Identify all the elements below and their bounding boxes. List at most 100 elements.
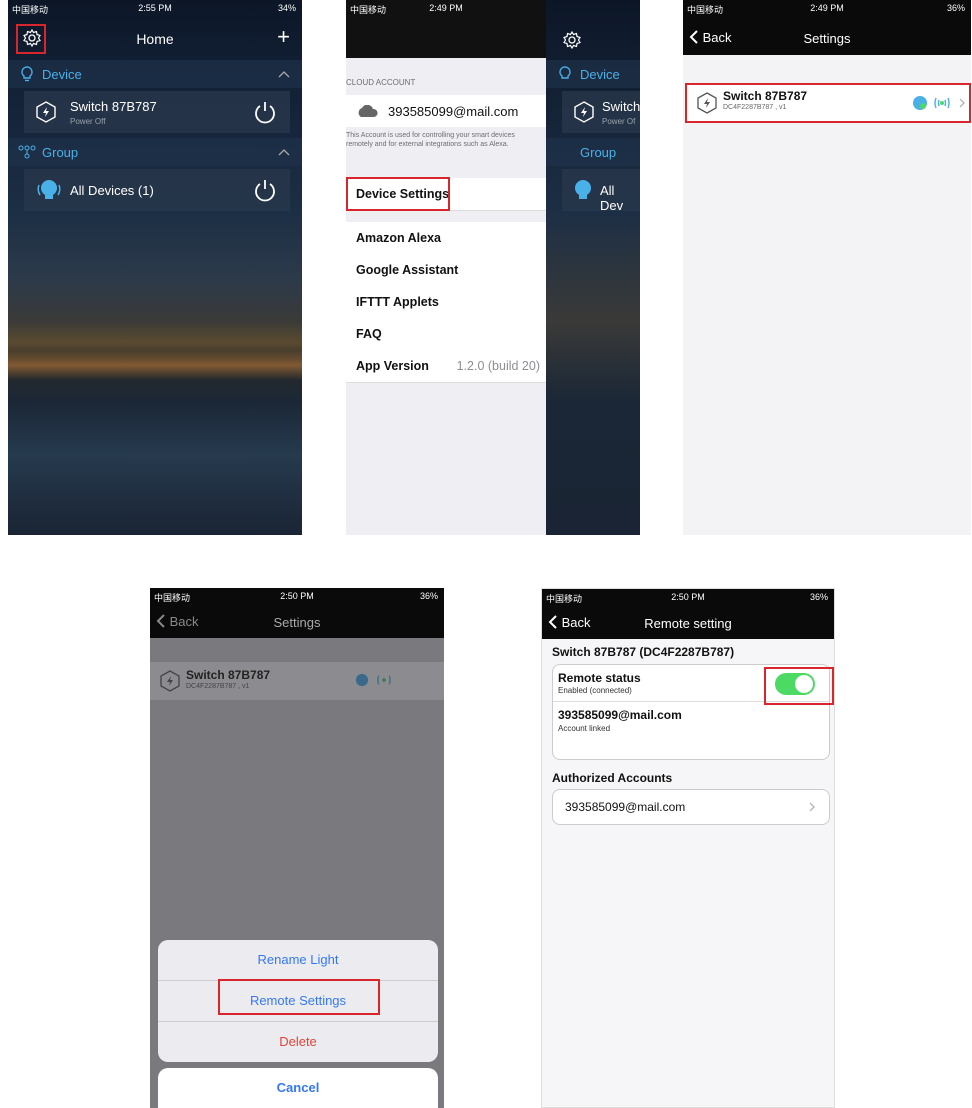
behind-all-label: All Dev [600, 183, 624, 213]
page-title: Settings [803, 31, 851, 46]
highlight-box [685, 83, 971, 123]
bulb-group-icon [37, 180, 61, 199]
authorized-account-row[interactable]: 393585099@mail.com [552, 789, 830, 825]
highlight-box [16, 24, 46, 54]
group-section-header[interactable]: Group [8, 138, 302, 166]
chevron-up-icon [278, 149, 290, 156]
group-row[interactable]: All Devices (1) [24, 169, 290, 211]
device-header: Switch 87B787 (DC4F2287B787) [552, 645, 735, 659]
device-section-header[interactable]: Device [8, 60, 302, 88]
behind-power-label: Power Of [602, 117, 636, 126]
cloud-connected-icon [355, 673, 369, 687]
chevron-right-icon [809, 802, 815, 812]
home-screen: 中国移动 2:55 PM 34% Home + Device Switch 87… [8, 0, 302, 535]
add-button[interactable]: + [277, 24, 290, 50]
switch-icon [160, 670, 180, 692]
menu-item-label: Google Assistant [356, 263, 459, 277]
nav-bar: 中国移动 2:50 PM 36% Back Remote setting [542, 589, 834, 639]
menu-item-faq[interactable]: FAQ [346, 318, 546, 351]
nav-bar: 中国移动 2:50 PM 36% Back Settings [150, 588, 444, 638]
behind-switch-label: Switch [602, 99, 640, 114]
nav-bar: Home + [8, 22, 302, 58]
device-row: Switch 87B787 DC4F2287B787 , v1 [150, 662, 444, 700]
linked-sub: Account linked [558, 724, 611, 733]
authorized-email: 393585099@mail.com [565, 800, 686, 814]
device-name: Switch 87B787 [70, 99, 157, 114]
menu-item-label: FAQ [356, 327, 382, 341]
switch-icon [36, 101, 56, 123]
remote-setting-screen: 中国移动 2:50 PM 36% Back Remote setting Swi… [541, 588, 835, 1108]
app-version-value: 1.2.0 (build 20) [456, 359, 540, 373]
switch-icon [574, 101, 594, 123]
device-section-label: Device [42, 67, 82, 82]
background-home: Device Switch Power Of Group All Dev [546, 0, 640, 535]
device-row[interactable]: Switch 87B787 Power Off [24, 91, 290, 133]
device-name: Switch 87B787 [186, 668, 271, 682]
chevron-up-icon [278, 71, 290, 78]
lightbulb-icon [559, 66, 571, 79]
behind-group-section: Group [546, 138, 640, 166]
status-time: 2:50 PM [671, 592, 705, 602]
menu-screen: Device Switch Power Of Group All Dev 中国移… [346, 0, 640, 535]
lightbulb-icon [21, 66, 33, 82]
nav-bar: 中国移动 2:49 PM 36% Back Settings [683, 0, 971, 55]
menu-item-amazon-alexa[interactable]: Amazon Alexa [346, 222, 546, 255]
battery-label: 36% [419, 591, 438, 601]
status-bar: 中国移动 2:50 PM 36% [542, 589, 834, 607]
app-version-label: App Version [356, 359, 429, 373]
delete-label: Delete [279, 1034, 317, 1049]
device-state: Power Off [70, 117, 106, 126]
group-section-label: Group [42, 145, 79, 160]
battery-label: 34% [277, 3, 296, 13]
page-title: Remote setting [644, 616, 732, 631]
behind-device-row: Switch Power Of [562, 91, 640, 133]
linked-email: 393585099@mail.com [558, 708, 682, 722]
menu-item-ifttt[interactable]: IFTTT Applets [346, 286, 546, 319]
highlight-box [218, 979, 380, 1015]
cloud-icon [358, 105, 378, 117]
status-bar: 中国移动 2:50 PM 36% [150, 588, 444, 606]
settings-screen: 中国移动 2:49 PM 36% Back Settings Switch 87… [683, 0, 971, 535]
behind-group-row: All Dev [562, 169, 640, 213]
page-title: Settings [273, 615, 321, 630]
behind-device-section: Device [546, 60, 640, 88]
battery-label: 36% [809, 592, 828, 602]
remote-status-label: Remote status [558, 671, 641, 685]
horizon-glow [8, 350, 302, 380]
account-row[interactable]: 393585099@mail.com [346, 95, 546, 127]
menu-top-bar [346, 20, 546, 58]
highlight-box [764, 667, 834, 705]
group-name: All Devices (1) [70, 183, 154, 198]
behind-group-label: Group [580, 145, 617, 160]
behind-device-label: Device [580, 67, 620, 82]
remote-status-sub: Enabled (connected) [558, 686, 632, 695]
power-icon[interactable] [252, 177, 278, 203]
cloud-account-header: CLOUD ACCOUNT [346, 78, 416, 87]
page-title: Home [136, 31, 174, 47]
bulb-group-icon [575, 180, 591, 199]
action-sheet-screen: 中国移动 2:50 PM 36% Back Settings Switch 87… [150, 588, 444, 1108]
account-note: This Account is used for controlling you… [346, 132, 515, 148]
delete-option[interactable]: Delete [158, 1022, 438, 1062]
status-time: 2:49 PM [810, 3, 844, 13]
status-time: 2:49 PM [429, 3, 463, 13]
side-menu: 中国移动 2:49 PM CLOUD ACCOUNT 393585099@mai… [346, 0, 546, 535]
cancel-button[interactable]: Cancel [158, 1068, 438, 1108]
rename-light-option[interactable]: Rename Light [158, 940, 438, 981]
menu-item-label: IFTTT Applets [356, 295, 439, 309]
status-bar: 中国移动 2:55 PM 34% [8, 0, 302, 18]
status-bar: 中国移动 2:49 PM 36% [683, 0, 971, 18]
status-time: 2:50 PM [280, 591, 314, 601]
battery-label: 36% [946, 3, 965, 13]
power-icon[interactable] [252, 99, 278, 125]
highlight-box [346, 177, 450, 211]
authorized-header: Authorized Accounts [552, 771, 673, 785]
menu-item-google-assistant[interactable]: Google Assistant [346, 254, 546, 287]
account-email: 393585099@mail.com [388, 104, 519, 119]
app-version-row: App Version 1.2.0 (build 20) [346, 350, 546, 383]
wifi-icon [377, 675, 391, 685]
gear-icon[interactable] [562, 30, 582, 50]
cancel-label: Cancel [276, 1080, 320, 1095]
status-bar: 中国移动 2:49 PM [346, 0, 546, 20]
device-id: DC4F2287B787 , v1 [186, 683, 250, 690]
